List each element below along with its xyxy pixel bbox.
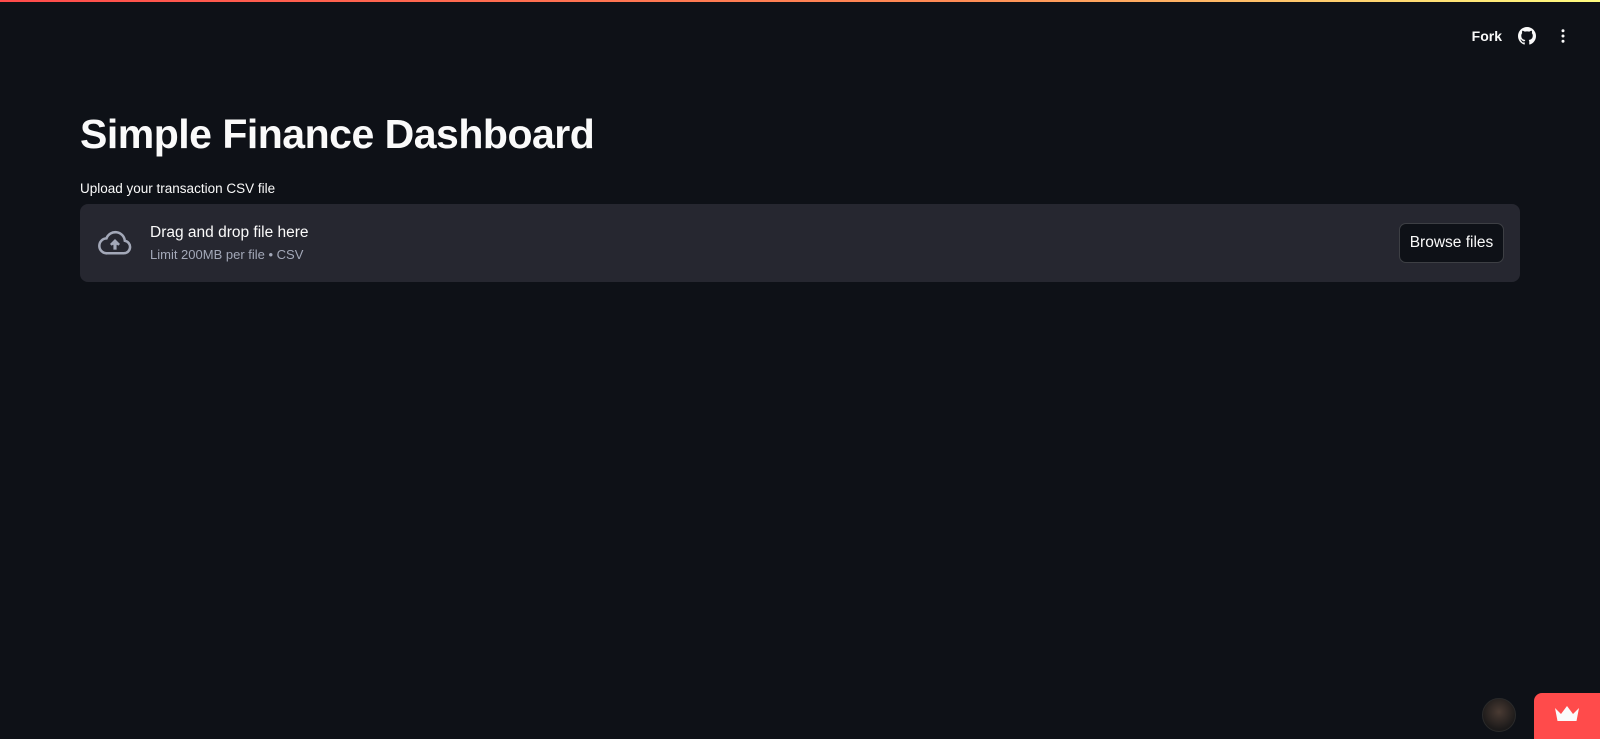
crown-icon xyxy=(1554,704,1580,729)
dropzone-texts: Drag and drop file here Limit 200MB per … xyxy=(150,224,309,262)
page-title: Simple Finance Dashboard xyxy=(80,111,595,157)
dropzone-instructions: Drag and drop file here xyxy=(150,224,309,242)
more-vert-icon[interactable] xyxy=(1552,25,1574,47)
fork-link[interactable]: Fork xyxy=(1472,28,1502,44)
top-decoration-bar xyxy=(0,0,1600,2)
header-toolbar: Fork xyxy=(1472,22,1574,50)
file-dropzone[interactable]: Drag and drop file here Limit 200MB per … xyxy=(80,204,1520,283)
file-uploader-label: Upload your transaction CSV file xyxy=(80,181,276,197)
cloud-upload-icon xyxy=(96,224,134,262)
main-content: Simple Finance Dashboard Upload your tra… xyxy=(80,110,1520,283)
dropzone-limit-text: Limit 200MB per file • CSV xyxy=(150,247,304,263)
avatar[interactable] xyxy=(1482,698,1516,732)
github-icon[interactable] xyxy=(1516,25,1538,47)
streamlit-badge[interactable] xyxy=(1534,693,1600,739)
browse-files-button[interactable]: Browse files xyxy=(1399,223,1504,264)
